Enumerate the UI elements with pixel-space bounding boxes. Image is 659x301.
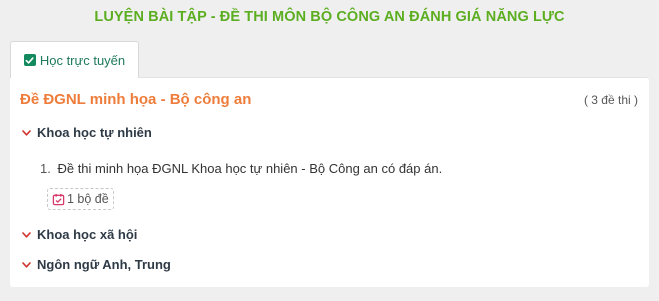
category-khoa-hoc-xa-hoi[interactable]: Khoa học xã hội xyxy=(22,227,137,242)
content-panel: Đề ĐGNL minh họa - Bộ công an ( 3 đề thi… xyxy=(10,77,649,287)
checkbox-icon xyxy=(23,54,36,66)
item-number: 1. xyxy=(40,161,51,176)
category-label: Khoa học xã hội xyxy=(37,227,138,242)
badge-label: 1 bộ đề xyxy=(67,192,109,206)
category-ngon-ngu-anh-trung[interactable]: Ngôn ngữ Anh, Trung xyxy=(22,257,171,272)
tab-hoc-truc-tuyen[interactable]: Học trực tuyến xyxy=(10,41,139,78)
section-title[interactable]: Đề ĐGNL minh họa - Bộ công an xyxy=(20,91,251,108)
category-label: Ngôn ngữ Anh, Trung xyxy=(37,257,171,272)
chevron-down-icon xyxy=(22,230,32,240)
exam-count: ( 3 đề thi ) xyxy=(583,93,638,107)
item-link[interactable]: Đề thi minh họa ĐGNL Khoa học tự nhiên -… xyxy=(57,161,442,176)
page-title: LUYỆN BÀI TẬP - ĐỀ THI MÔN BỘ CÔNG AN ĐÁ… xyxy=(94,9,565,25)
chevron-down-icon xyxy=(22,260,32,270)
category-khoa-hoc-tu-nhien[interactable]: Khoa học tự nhiên xyxy=(22,125,152,140)
category-label: Khoa học tự nhiên xyxy=(37,125,152,140)
tab-label: Học trực tuyến xyxy=(39,52,126,68)
list-item[interactable]: 1. Đề thi minh họa ĐGNL Khoa học tự nhiê… xyxy=(40,161,442,176)
exam-set-badge[interactable]: 1 bộ đề xyxy=(47,188,114,210)
chevron-down-icon xyxy=(22,128,32,138)
calendar-check-icon xyxy=(52,193,65,205)
